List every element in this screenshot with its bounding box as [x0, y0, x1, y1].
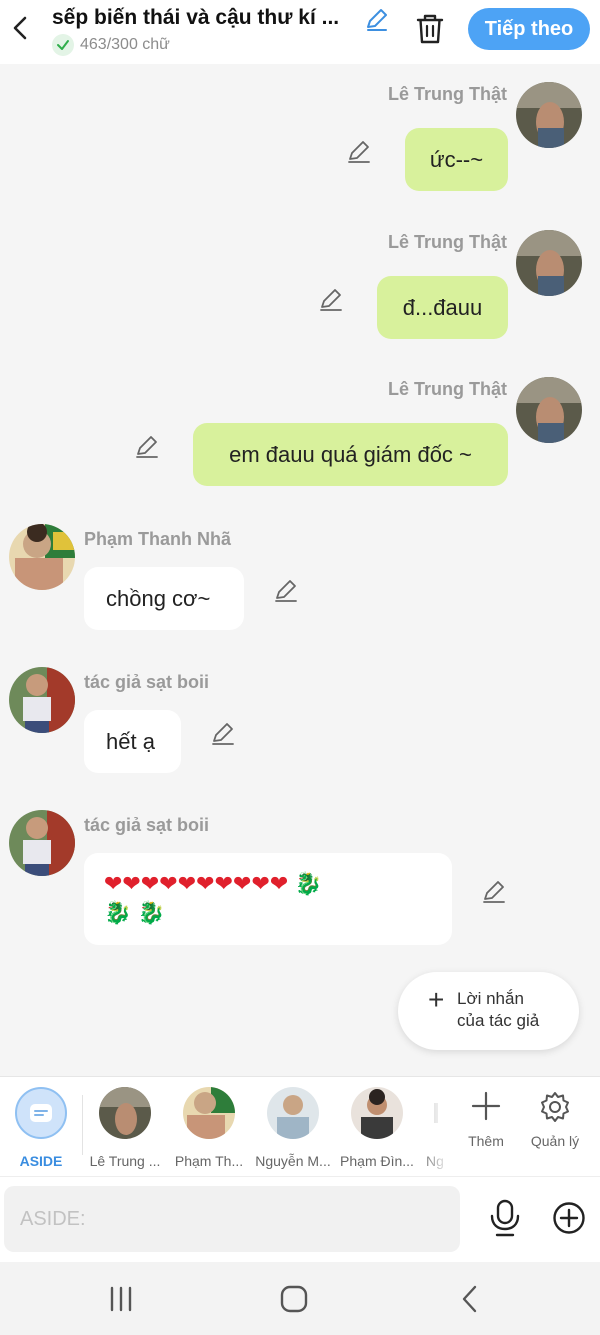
- manage-label: Quản lý: [530, 1133, 580, 1149]
- sender-name: Phạm Thanh Nhã: [84, 529, 232, 549]
- character-label: Nguyễn M...: [255, 1153, 331, 1169]
- hearts-text: ❤❤❤❤❤❤❤❤❤❤: [104, 871, 289, 896]
- avatar[interactable]: [9, 667, 75, 733]
- character-strip: ASIDE Lê Trung ... Phạm Th... Nguyễn M..…: [0, 1076, 600, 1177]
- author-note-button[interactable]: + Lời nhắn của tác giả: [398, 972, 579, 1050]
- edit-title-pencil-icon[interactable]: [364, 6, 390, 32]
- message-input[interactable]: [4, 1186, 460, 1252]
- plus-circle-icon[interactable]: [552, 1201, 586, 1235]
- chat-bubble-icon: [15, 1087, 67, 1139]
- avatar: [99, 1087, 151, 1139]
- manage-button[interactable]: Quản lý: [525, 1091, 585, 1149]
- sender-name: Lê Trung Thật: [388, 379, 507, 399]
- message-bubble[interactable]: hết ạ: [84, 710, 181, 773]
- nav-back-icon[interactable]: [455, 1284, 485, 1314]
- system-nav-bar: [0, 1262, 600, 1335]
- recent-apps-icon[interactable]: [106, 1284, 136, 1314]
- next-button[interactable]: Tiếp theo: [468, 8, 590, 50]
- sender-name: tác giả sạt boii: [84, 672, 210, 692]
- message-bubble[interactable]: đ...đauu: [377, 276, 508, 339]
- message-bubble[interactable]: em đauu quá giám đốc ~: [193, 423, 508, 486]
- gear-icon: [525, 1091, 585, 1122]
- pencil-icon[interactable]: [318, 286, 344, 312]
- character-label: Phạm Th...: [174, 1153, 244, 1169]
- microphone-icon[interactable]: [488, 1199, 522, 1237]
- character-item[interactable]: Phạm Đìn...: [336, 1087, 418, 1169]
- avatar[interactable]: [516, 230, 582, 296]
- word-count-text: 463/300 chữ: [80, 36, 170, 53]
- back-arrow-icon[interactable]: [6, 12, 34, 44]
- sender-name: Lê Trung Thật: [388, 232, 507, 252]
- avatar[interactable]: [516, 377, 582, 443]
- avatar[interactable]: [516, 82, 582, 148]
- add-character-button[interactable]: Thêm: [456, 1091, 516, 1149]
- sender-name: Lê Trung Thật: [388, 84, 507, 104]
- message-bubble[interactable]: chồng cơ~: [84, 567, 244, 630]
- dragon-emoji: 🐉: [294, 871, 322, 896]
- plus-icon: [456, 1091, 516, 1121]
- pencil-icon[interactable]: [346, 138, 372, 164]
- character-item[interactable]: Phạm Th...: [168, 1087, 250, 1169]
- chat-area[interactable]: Lê Trung Thật ức--~ Lê Trung Thật đ...đa…: [0, 64, 600, 1076]
- pencil-icon[interactable]: [210, 720, 236, 746]
- divider: [82, 1095, 83, 1155]
- message-bubble[interactable]: ❤❤❤❤❤❤❤❤❤❤ 🐉 🐉 🐉: [84, 853, 452, 945]
- input-bar: [0, 1176, 600, 1262]
- avatar: [183, 1087, 235, 1139]
- pencil-icon[interactable]: [134, 433, 160, 459]
- home-icon[interactable]: [279, 1284, 309, 1314]
- check-icon: [52, 34, 74, 56]
- character-label: ASIDE: [19, 1153, 63, 1169]
- message-bubble[interactable]: ức--~: [405, 128, 508, 191]
- word-count: 463/300 chữ: [52, 34, 170, 56]
- avatar[interactable]: [9, 524, 75, 590]
- character-aside[interactable]: ASIDE: [0, 1087, 82, 1169]
- character-item[interactable]: Nguyễn M...: [252, 1087, 334, 1169]
- top-bar: sếp biến thái và cậu thư kí ... 463/300 …: [0, 0, 600, 64]
- author-note-line1: Lời nhắn: [457, 989, 524, 1008]
- trash-icon[interactable]: [414, 12, 446, 46]
- plus-icon: +: [428, 984, 445, 1015]
- story-title: sếp biến thái và cậu thư kí ...: [52, 6, 340, 29]
- avatar[interactable]: [9, 810, 75, 876]
- dragon-emoji-line: 🐉 🐉: [104, 900, 165, 925]
- author-note-line2: của tác giả: [457, 1011, 540, 1030]
- character-label: Phạm Đìn...: [340, 1153, 414, 1169]
- pencil-icon[interactable]: [481, 878, 507, 904]
- pencil-icon[interactable]: [273, 577, 299, 603]
- avatar: [267, 1087, 319, 1139]
- avatar: [351, 1087, 403, 1139]
- scroll-fade: [420, 1077, 450, 1177]
- character-label: Lê Trung ...: [89, 1153, 161, 1169]
- add-label: Thêm: [468, 1133, 504, 1149]
- character-item[interactable]: Lê Trung ...: [84, 1087, 166, 1169]
- sender-name: tác giả sạt boii: [84, 815, 210, 835]
